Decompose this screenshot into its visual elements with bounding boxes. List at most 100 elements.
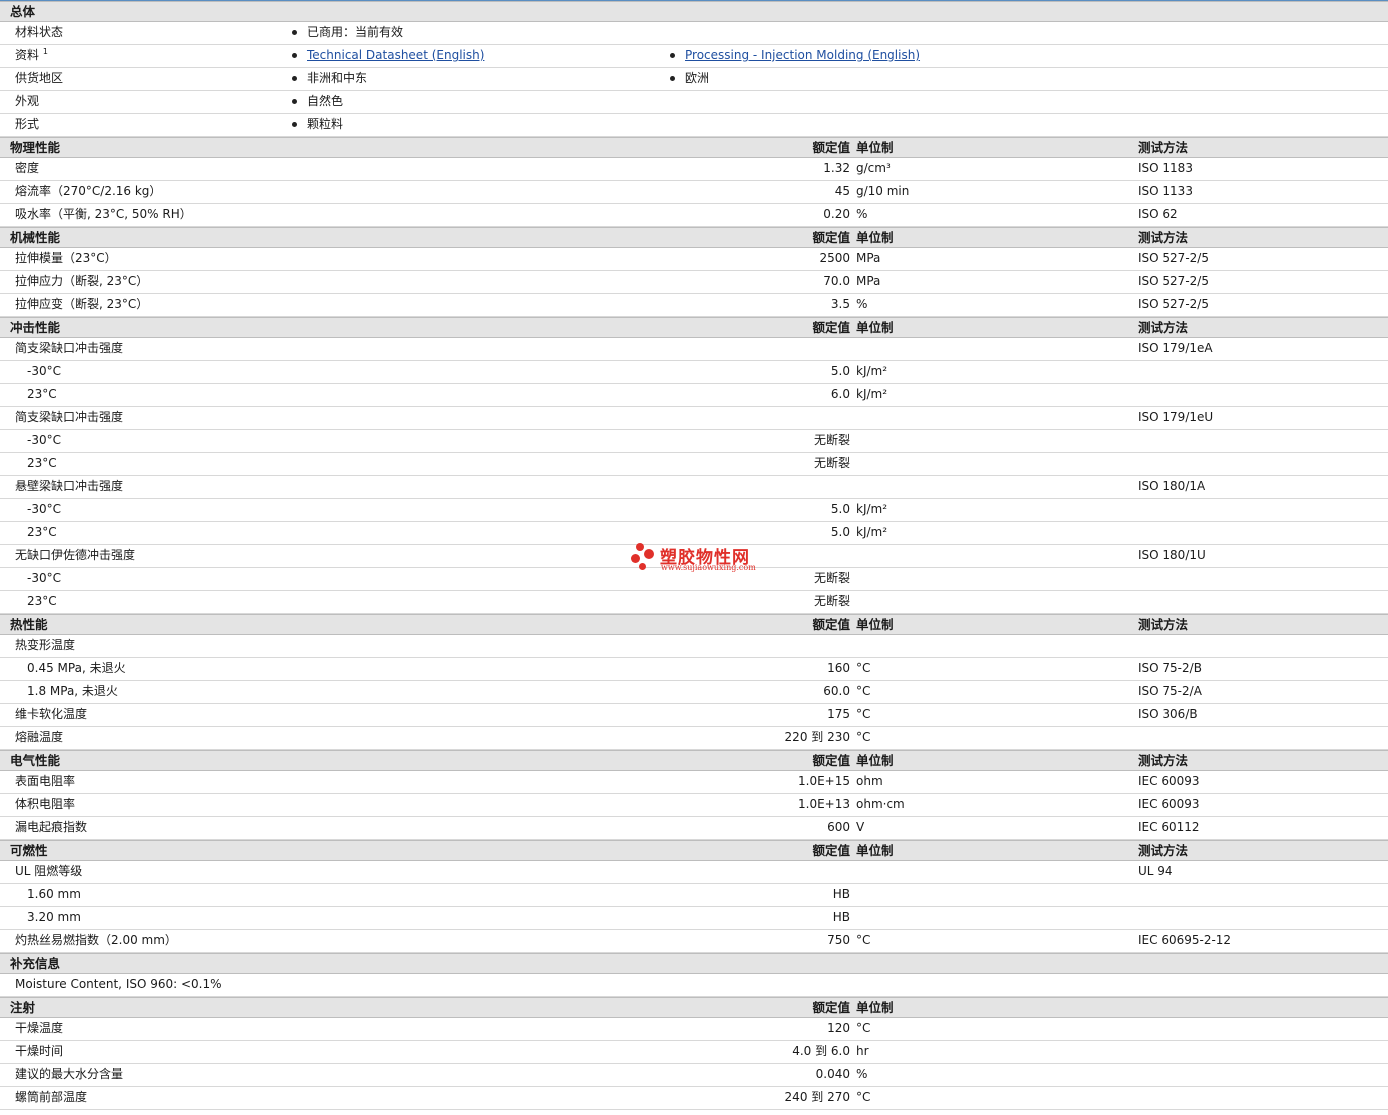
property-label-text: 熔流率（270°C/2.16 kg）	[15, 184, 162, 198]
property-label: 材料状态	[15, 22, 63, 43]
bullet-item: 颗粒料	[292, 114, 343, 135]
property-unit: °C	[856, 933, 871, 947]
test-method: IEC 60093	[1138, 797, 1200, 811]
property-label-text: 简支梁缺口冲击强度	[15, 341, 124, 355]
section-title: 补充信息	[10, 956, 61, 971]
section-header: 注射 额定值 单位制	[0, 997, 1388, 1018]
property-label: UL 阻燃等级	[15, 861, 82, 882]
property-label-text: 外观	[15, 94, 40, 108]
table-row: 1.8 MPa, 未退火 60.0 °C ISO 75-2/A	[0, 681, 1388, 704]
property-label-text: UL 阻燃等级	[15, 864, 83, 878]
column-header-unit: 单位制	[856, 140, 894, 155]
column-header-method: 测试方法	[1138, 140, 1189, 155]
column-header-unit: 单位制	[856, 230, 894, 245]
property-label: 简支梁缺口冲击强度	[15, 338, 123, 359]
property-label: -30°C	[27, 568, 61, 589]
property-label-text: 密度	[15, 161, 40, 175]
property-label: 简支梁缺口冲击强度	[15, 407, 123, 428]
bullet-text: 颗粒料	[307, 117, 344, 131]
property-unit: g/10 min	[856, 184, 910, 198]
property-label-text: 形式	[15, 117, 40, 131]
property-value: 0.20	[823, 207, 850, 221]
property-label: 形式	[15, 114, 39, 135]
document-link[interactable]: Technical Datasheet (English)	[307, 48, 484, 62]
property-unit: MPa	[856, 274, 881, 288]
bullet-text: 已商用：当前有效	[307, 25, 404, 39]
test-method: ISO 527-2/5	[1138, 251, 1209, 265]
watermark-url: www.sujiaowuxing.com	[661, 563, 756, 572]
property-unit: kJ/m²	[856, 387, 888, 401]
bullet-item: Processing - Injection Molding (English)	[670, 45, 920, 66]
column-header-method: 测试方法	[1138, 843, 1189, 858]
watermark-logo: 塑胶物性网 www.sujiaowuxing.com	[630, 541, 770, 577]
column-header-unit: 单位制	[856, 617, 894, 632]
test-method: ISO 75-2/B	[1138, 661, 1202, 675]
column-header-unit: 单位制	[856, 843, 894, 858]
property-value: 220 到 230	[784, 730, 850, 744]
property-unit: kJ/m²	[856, 364, 888, 378]
table-row: 外观 自然色	[0, 91, 1388, 114]
table-row: 体积电阻率 1.0E+13 ohm·cm IEC 60093	[0, 794, 1388, 817]
table-row: 23°C 无断裂	[0, 453, 1388, 476]
property-label: 悬壁梁缺口冲击强度	[15, 476, 123, 497]
section-title: 机械性能	[10, 230, 61, 245]
section-title: 热性能	[10, 617, 48, 632]
property-label: 供货地区	[15, 68, 63, 89]
property-label: 螺筒前部温度	[15, 1087, 87, 1108]
property-label: 拉伸应变（断裂, 23°C）	[15, 294, 148, 315]
property-label: 建议的最大水分含量	[15, 1064, 123, 1085]
property-label-text: 供货地区	[15, 71, 64, 85]
table-row: 干燥时间 4.0 到 6.0 hr	[0, 1041, 1388, 1064]
property-value: 160	[827, 661, 850, 675]
property-label-text: 资料	[15, 48, 40, 62]
bullet-item: 自然色	[292, 91, 343, 112]
property-label: 干燥时间	[15, 1041, 63, 1062]
property-label: 拉伸应力（断裂, 23°C）	[15, 271, 148, 292]
property-label-text: Moisture Content, ISO 960: <0.1%	[15, 977, 222, 991]
section-header: 电气性能 额定值 单位制 测试方法	[0, 750, 1388, 771]
table-row: 维卡软化温度 175 °C ISO 306/B	[0, 704, 1388, 727]
property-unit: %	[856, 297, 868, 311]
property-label: 1.60 mm	[27, 884, 81, 905]
section-title: 注射	[10, 1000, 36, 1015]
property-unit: %	[856, 207, 868, 221]
table-row: Moisture Content, ISO 960: <0.1%	[0, 974, 1388, 997]
property-label-text: 热变形温度	[15, 638, 76, 652]
property-label: -30°C	[27, 430, 61, 451]
test-method: ISO 1183	[1138, 161, 1193, 175]
property-label: 吸水率（平衡, 23°C, 50% RH）	[15, 204, 192, 225]
property-value: 无断裂	[814, 433, 851, 447]
table-row: 建议的最大水分含量 0.040%	[0, 1064, 1388, 1087]
property-value: 6.0	[830, 387, 850, 401]
column-header-value: 额定值	[812, 617, 850, 632]
property-value: 45	[834, 184, 850, 198]
property-label-text: 3.20 mm	[27, 910, 81, 924]
property-label: 外观	[15, 91, 39, 112]
property-label-text: 1.60 mm	[27, 887, 81, 901]
property-value: 2500	[819, 251, 850, 265]
property-unit: kJ/m²	[856, 525, 888, 539]
property-value: 4.0 到 6.0	[792, 1044, 850, 1058]
property-label-text: 干燥时间	[15, 1044, 64, 1058]
property-value: 60.0	[823, 684, 850, 698]
bullet-item: Technical Datasheet (English)	[292, 45, 484, 66]
test-method: ISO 62	[1138, 207, 1178, 221]
column-header-value: 额定值	[812, 320, 850, 335]
property-label: 表面电阻率	[15, 771, 75, 792]
test-method: UL 94	[1138, 864, 1173, 878]
property-unit: ohm·cm	[856, 797, 905, 811]
property-label: 拉伸模量（23°C）	[15, 248, 117, 269]
test-method: ISO 527-2/5	[1138, 274, 1209, 288]
test-method: ISO 1133	[1138, 184, 1193, 198]
table-row: 干燥温度 120 °C	[0, 1018, 1388, 1041]
property-value: 无断裂	[814, 456, 851, 470]
property-label: 漏电起痕指数	[15, 817, 87, 838]
property-label: 灼热丝易燃指数（2.00 mm）	[15, 930, 177, 951]
table-row: 拉伸应变（断裂, 23°C） 3.5% ISO 527-2/5	[0, 294, 1388, 317]
document-link[interactable]: Processing - Injection Molding (English)	[685, 48, 920, 62]
column-header-method: 测试方法	[1138, 617, 1189, 632]
section-title: 电气性能	[10, 753, 61, 768]
table-row: 漏电起痕指数 600 V IEC 60112	[0, 817, 1388, 840]
property-unit: hr	[856, 1044, 869, 1058]
property-label-text: 拉伸模量（23°C）	[15, 251, 117, 265]
